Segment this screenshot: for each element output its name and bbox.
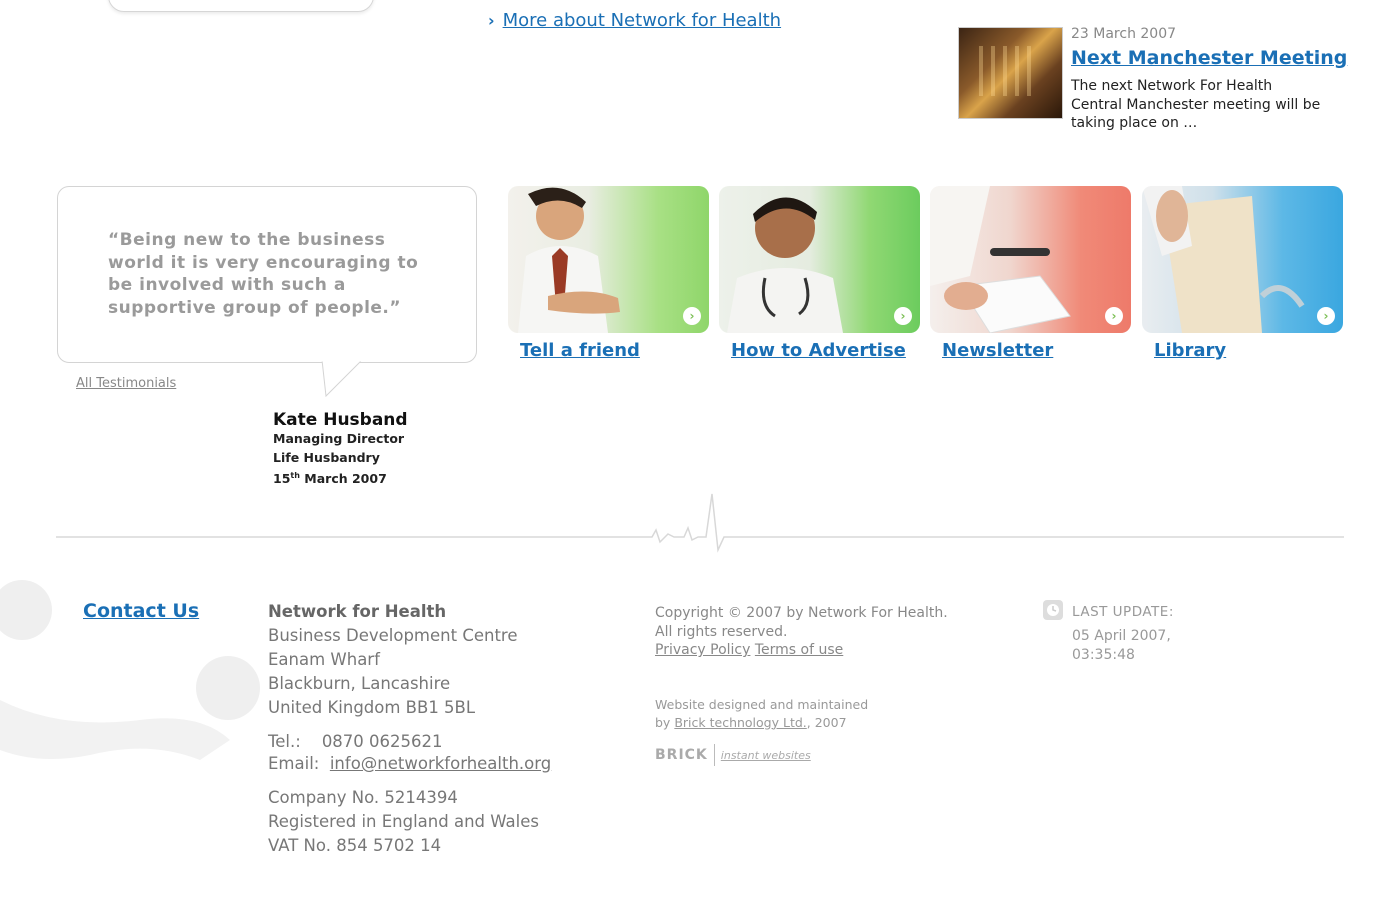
news-title-link[interactable]: Next Manchester Meeting — [1071, 47, 1347, 69]
company-number: Company No. 5214394 — [268, 788, 458, 807]
folder-illustration — [1142, 186, 1305, 333]
copyright-text: Copyright © 2007 by Network For Health. — [655, 605, 948, 621]
heartbeat-divider — [56, 493, 1344, 553]
email-link[interactable]: info@networkforhealth.org — [330, 754, 551, 773]
tile-tell-a-friend[interactable]: › — [508, 186, 709, 333]
more-about-link-text[interactable]: More about Network for Health — [503, 10, 781, 31]
address-line: Eanam Wharf — [268, 650, 380, 669]
tel-label: Tel.: — [268, 732, 301, 751]
contact-us-link[interactable]: Contact Us — [83, 600, 199, 622]
doctor-illustration — [727, 197, 843, 333]
last-update-label: LAST UPDATE: — [1072, 604, 1174, 620]
rights-text: All rights reserved. — [655, 623, 788, 640]
testimonial-author: Kate Husband Managing Director Life Husb… — [273, 410, 408, 489]
tel-line: Tel.: 0870 0625621 — [268, 730, 551, 754]
document-hand-illustration — [930, 186, 1071, 333]
tell-a-friend-link[interactable]: Tell a friend — [520, 340, 640, 361]
more-about-link[interactable]: › More about Network for Health — [488, 10, 781, 31]
designed-by: by — [655, 714, 671, 730]
how-to-advertise-link[interactable]: How to Advertise — [731, 340, 906, 361]
news-date: 23 March 2007 — [1071, 26, 1177, 42]
tell-a-friend-photo — [508, 186, 709, 333]
last-update-value: 05 April 2007, 03:35:48 — [1072, 628, 1171, 663]
testimonial-quote: “Being new to the business world it is v… — [108, 230, 419, 318]
all-testimonials-link[interactable]: All Testimonials — [76, 376, 176, 391]
arrow-right-icon: › — [683, 307, 701, 325]
email-line: Email: info@networkforhealth.org — [268, 752, 551, 776]
arrow-right-icon: › — [1317, 307, 1335, 325]
vat-number: VAT No. 854 5702 14 — [268, 836, 442, 855]
handshake-illustration — [518, 187, 620, 333]
news-thumbnail[interactable] — [958, 27, 1063, 119]
testimonial-bubble: “Being new to the business world it is v… — [57, 186, 477, 363]
registered-text: Registered in England and Wales — [268, 812, 539, 831]
brick-logo-separator — [713, 744, 715, 766]
tile-newsletter[interactable]: › — [930, 186, 1131, 333]
author-company: Life Husbandry — [273, 449, 380, 465]
brick-technology-link[interactable]: Brick technology Ltd. — [674, 715, 806, 730]
footer-address: Network for Health Business Development … — [268, 600, 551, 858]
designed-by-line: by Brick technology Ltd., 2007 — [655, 714, 868, 732]
legal-links: Privacy Policy Terms of use — [655, 641, 948, 660]
all-testimonials[interactable]: All Testimonials — [76, 376, 176, 391]
address-line: Blackburn, Lancashire — [268, 674, 451, 693]
newsletter-link[interactable]: Newsletter — [942, 340, 1053, 361]
newsletter-photo — [930, 186, 1131, 333]
email-label: Email: — [268, 754, 320, 773]
clock-icon — [1043, 600, 1063, 620]
arrow-right-icon: › — [1105, 307, 1123, 325]
testimonial-date: 15th March 2007 — [273, 467, 408, 489]
tile-how-to-advertise[interactable]: › — [719, 186, 920, 333]
how-to-advertise-photo — [719, 186, 920, 333]
arrow-right-icon: › — [894, 307, 912, 325]
date-day: 15 — [273, 471, 291, 487]
designed-line: Website designed and maintained — [655, 697, 869, 712]
brick-logo-text: BRICK — [655, 747, 708, 763]
copyright-block: Copyright © 2007 by Network For Health. … — [655, 604, 948, 660]
tel-number: 0870 0625621 — [321, 732, 443, 751]
chevron-right-icon: › — [488, 11, 495, 30]
org-name: Network for Health — [268, 602, 447, 621]
privacy-policy-link[interactable]: Privacy Policy — [655, 642, 750, 658]
author-role: Managing Director — [273, 431, 405, 446]
author-name: Kate Husband — [273, 410, 408, 430]
date-suffix: th — [290, 471, 300, 480]
tile-library[interactable]: › — [1142, 186, 1343, 333]
news-summary: The next Network For Health Central Manc… — [1071, 78, 1321, 131]
search-box-bottom — [108, 0, 374, 12]
terms-of-use-link[interactable]: Terms of use — [755, 642, 843, 658]
brick-logo[interactable]: BRICK instant websites — [655, 744, 811, 766]
designed-year: , 2007 — [806, 714, 847, 730]
date-rest: March 2007 — [299, 471, 387, 487]
brick-tagline: instant websites — [720, 748, 811, 762]
library-link[interactable]: Library — [1154, 340, 1226, 361]
address-line: United Kingdom BB1 5BL — [268, 698, 476, 717]
address-line: Business Development Centre — [268, 626, 518, 645]
designer-credit: Website designed and maintained by Brick… — [655, 696, 868, 731]
library-photo — [1142, 186, 1343, 333]
speech-bubble-tail — [318, 360, 368, 398]
